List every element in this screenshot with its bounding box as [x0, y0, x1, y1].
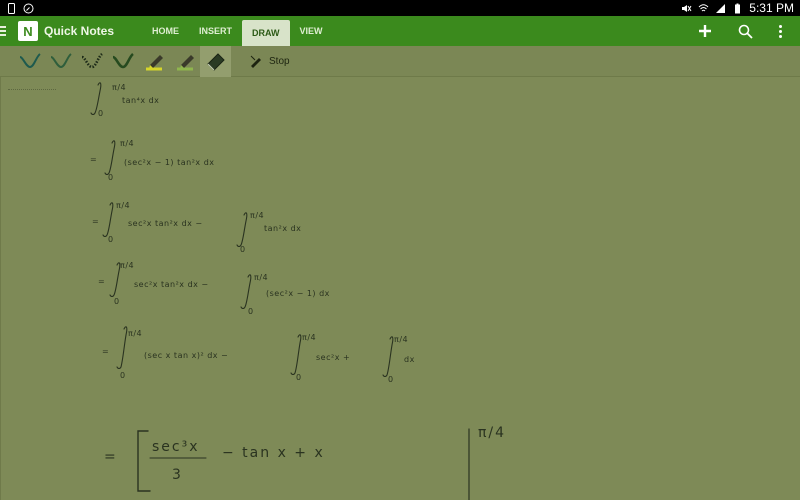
- draw-toolbar: Stop: [0, 45, 800, 77]
- page-margin: [0, 77, 1, 500]
- status-bar-right: 5:31 PM: [681, 1, 794, 15]
- pen-dotted-tool[interactable]: [76, 46, 107, 77]
- note-canvas[interactable]: π/4 0 tan⁴x dx = π/4 0 (sec²x − 1) tan²x…: [0, 77, 800, 500]
- signal-icon: [716, 3, 726, 13]
- pen-stroke-icon: [112, 52, 134, 69]
- line-1-expression: tan⁴x dx: [122, 96, 160, 105]
- line-4-upper-limit: π/4: [120, 261, 135, 270]
- battery-icon: [735, 3, 741, 13]
- final-numerator: sec³x: [152, 439, 200, 455]
- stop-label: Stop: [269, 55, 290, 67]
- tab-view[interactable]: VIEW: [290, 16, 333, 46]
- overflow-menu-icon[interactable]: [779, 24, 782, 38]
- mute-icon: [682, 4, 692, 12]
- onenote-logo: N: [18, 21, 38, 41]
- highlighter-icon: [176, 55, 194, 71]
- final-prefix: =: [104, 449, 118, 465]
- line-5-lower-limit-2: 0: [296, 373, 302, 382]
- line-4-lower-limit-2: 0: [248, 307, 254, 316]
- line-2-lower-limit: 0: [108, 173, 114, 182]
- stop-drawing-button[interactable]: Stop: [249, 54, 290, 68]
- pen-cursor-icon: [250, 55, 261, 68]
- line-4-upper-limit-2: π/4: [254, 273, 269, 282]
- line-4-prefix: =: [98, 277, 106, 286]
- line-3-upper-limit: π/4: [116, 201, 131, 210]
- line-3-expression-2: tan²x dx: [264, 224, 302, 233]
- search-icon[interactable]: [738, 24, 753, 39]
- highlighter-yellow-tool[interactable]: [138, 46, 169, 77]
- line-5-upper-limit-3: π/4: [394, 335, 409, 344]
- note-timestamp-line: [8, 89, 56, 90]
- tab-home[interactable]: HOME: [142, 16, 189, 46]
- line-5-expression-2: sec²x +: [316, 353, 351, 362]
- line-5-expression: (sec x tan x)² dx −: [144, 351, 229, 360]
- pen-stroke-icon: [50, 53, 72, 69]
- line-5-prefix: =: [102, 347, 110, 356]
- eraser-icon: [206, 53, 225, 71]
- final-denominator: 3: [172, 467, 183, 483]
- line-1-upper-limit: π/4: [112, 83, 127, 92]
- line-2-prefix: =: [90, 155, 98, 164]
- tab-draw[interactable]: DRAW: [242, 20, 290, 46]
- status-bar-left: [6, 2, 34, 14]
- pen-dotted-stroke-icon: [81, 52, 103, 69]
- highlighter-icon: [145, 55, 163, 71]
- line-2-upper-limit: π/4: [120, 139, 135, 148]
- pen-stroke-icon: [19, 53, 41, 69]
- notebook-title[interactable]: Quick Notes: [44, 24, 114, 38]
- pen-green-tool[interactable]: [45, 46, 76, 77]
- line-2-expression: (sec²x − 1) tan²x dx: [124, 158, 215, 167]
- wifi-icon: [698, 3, 709, 11]
- ribbon-tabs: HOME INSERT DRAW VIEW: [142, 16, 333, 46]
- line-1-lower-limit: 0: [98, 109, 104, 118]
- line-5-upper-limit: π/4: [128, 329, 143, 338]
- line-5-upper-limit-2: π/4: [302, 333, 317, 342]
- compass-icon: [23, 3, 34, 13]
- line-4-expression: sec²x tan²x dx −: [134, 280, 209, 289]
- line-3-upper-limit-2: π/4: [250, 211, 265, 220]
- plus-icon[interactable]: [698, 24, 712, 38]
- pen-dark-green-tool[interactable]: [107, 46, 138, 77]
- line-3-prefix: =: [92, 217, 100, 226]
- final-upper-limit: π/4: [478, 425, 507, 441]
- highlighter-green-tool[interactable]: [169, 46, 200, 77]
- line-5-lower-limit-3: 0: [388, 375, 394, 384]
- pen-teal-tool[interactable]: [14, 46, 45, 77]
- tab-insert[interactable]: INSERT: [189, 16, 242, 46]
- app-bar-actions: [698, 24, 782, 39]
- status-time: 5:31 PM: [749, 1, 794, 15]
- status-bar: 5:31 PM: [0, 0, 800, 16]
- phone-frame-icon: [8, 2, 15, 14]
- eraser-tool[interactable]: [200, 45, 231, 77]
- line-3-expression: sec²x tan²x dx −: [128, 219, 203, 228]
- app-bar: N Quick Notes HOME INSERT DRAW VIEW: [0, 16, 800, 46]
- line-4-lower-limit: 0: [114, 297, 120, 306]
- line-5-lower-limit: 0: [120, 371, 126, 380]
- line-5-expression-3: dx: [404, 355, 415, 364]
- final-rest: − tan x + x: [222, 445, 325, 461]
- nav-drawer-icon[interactable]: [0, 26, 14, 36]
- line-4-expression-2: (sec²x − 1) dx: [266, 289, 330, 298]
- line-3-lower-limit-2: 0: [240, 245, 246, 254]
- line-3-lower-limit: 0: [108, 235, 114, 244]
